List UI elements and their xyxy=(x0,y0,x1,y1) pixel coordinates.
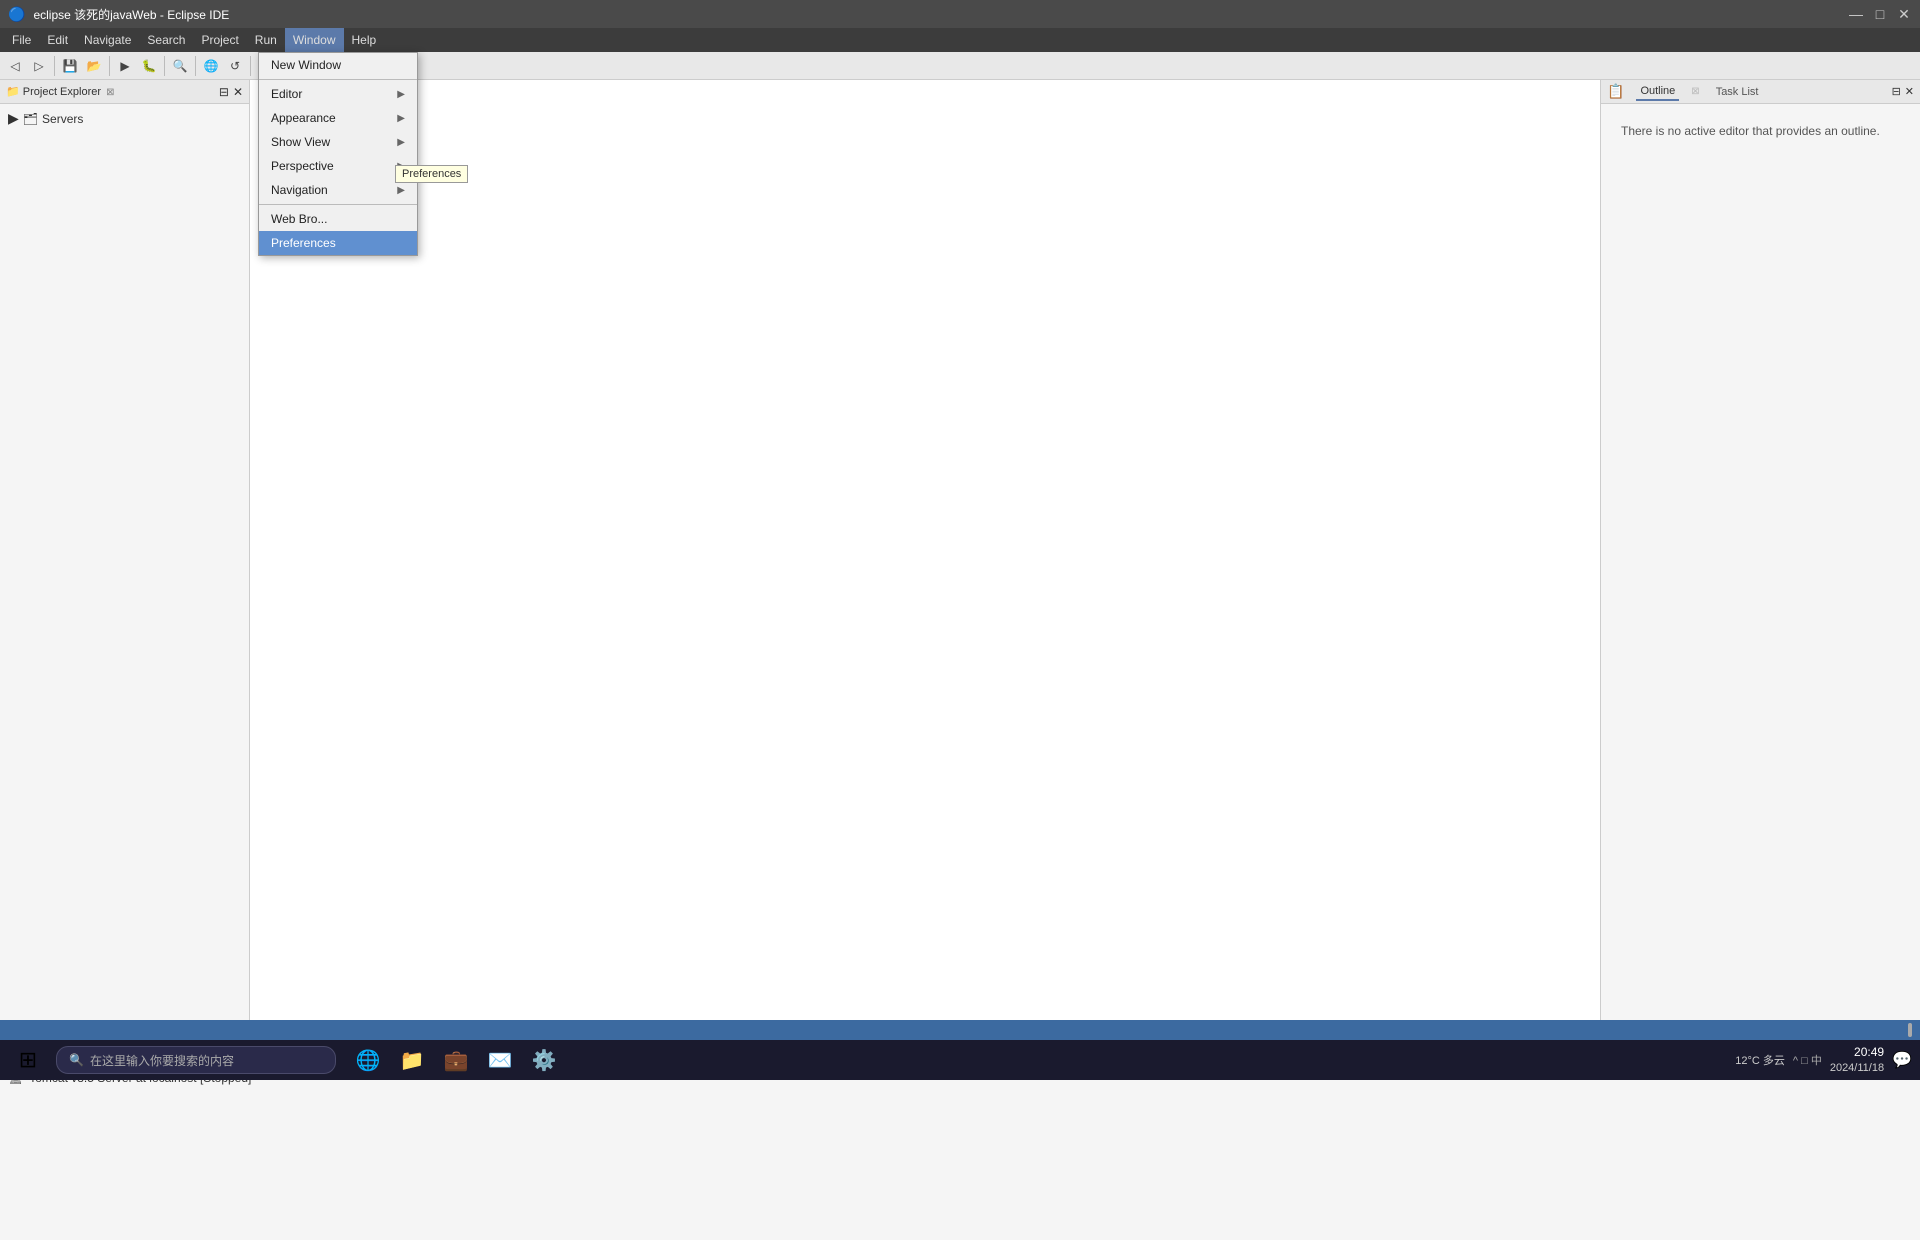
menu-search[interactable]: Search xyxy=(139,28,193,52)
appearance-arrow: ▶ xyxy=(397,113,405,124)
menu-appearance[interactable]: Appearance ▶ xyxy=(259,106,417,130)
editor-area[interactable] xyxy=(250,80,1600,1040)
toolbar-run[interactable]: ▶ xyxy=(114,55,136,77)
menu-project[interactable]: Project xyxy=(193,28,246,52)
title-bar: 🔵 eclipse 该死的javaWeb - Eclipse IDE — □ ✕ xyxy=(0,0,1920,28)
window-controls: — □ ✕ xyxy=(1848,6,1912,22)
tree-expand-icon: ▶ xyxy=(8,110,19,127)
show-view-arrow: ▶ xyxy=(397,137,405,148)
toolbar-sep4 xyxy=(195,56,196,76)
title-text: eclipse 该死的javaWeb - Eclipse IDE xyxy=(33,6,229,23)
toolbar-refresh[interactable]: ↺ xyxy=(224,55,246,77)
toolbar-sep3 xyxy=(164,56,165,76)
taskbar: ⊞ 🔍 在这里输入你要搜索的内容 🌐 📁 💼 ✉️ ⚙️ 12°C 多云 ^ □… xyxy=(0,1040,1920,1080)
tree-folder-icon: 🗂 xyxy=(23,112,38,126)
toolbar-sep5 xyxy=(250,56,251,76)
toolbar-save[interactable]: 💾 xyxy=(59,55,81,77)
menu-new-window[interactable]: New Window xyxy=(259,53,417,77)
tab-outline[interactable]: Outline xyxy=(1636,83,1679,101)
taskbar-mail[interactable]: ✉️ xyxy=(480,1040,520,1080)
menu-editor[interactable]: Editor ▶ xyxy=(259,82,417,106)
taskbar-store[interactable]: 💼 xyxy=(436,1040,476,1080)
collapse-all-icon[interactable]: ⊟ xyxy=(219,85,229,99)
taskbar-notification-icon[interactable]: 💬 xyxy=(1892,1050,1912,1070)
project-tree: ▶ 🗂 Servers xyxy=(0,104,249,133)
preferences-tooltip: Preferences xyxy=(395,165,468,183)
maximize-button[interactable]: □ xyxy=(1872,6,1888,22)
taskbar-system-icons: ^ □ 中 xyxy=(1793,1052,1822,1068)
toolbar-web[interactable]: 🌐 xyxy=(200,55,222,77)
menu-navigation[interactable]: Navigation ▶ xyxy=(259,178,417,202)
toolbar-sep1 xyxy=(54,56,55,76)
start-button[interactable]: ⊞ xyxy=(8,1040,48,1080)
dropdown-sep1 xyxy=(259,79,417,80)
editor-arrow: ▶ xyxy=(397,89,405,100)
taskbar-explorer[interactable]: 📁 xyxy=(392,1040,432,1080)
outline-content: There is no active editor that provides … xyxy=(1601,104,1920,158)
app-icon: 🔵 xyxy=(8,6,25,23)
tree-item-servers[interactable]: ▶ 🗂 Servers xyxy=(0,108,249,129)
toolbar-open[interactable]: 📂 xyxy=(83,55,105,77)
menu-preferences[interactable]: Preferences xyxy=(259,231,417,255)
dropdown-sep2 xyxy=(259,204,417,205)
taskbar-right: 12°C 多云 ^ □ 中 20:49 2024/11/18 💬 xyxy=(1735,1044,1912,1076)
outline-collapse-icon[interactable]: ⊟ xyxy=(1892,85,1901,98)
toolbar-forward[interactable]: ▷ xyxy=(28,55,50,77)
menu-navigate[interactable]: Navigate xyxy=(76,28,139,52)
taskbar-weather: 12°C 多云 xyxy=(1735,1052,1785,1068)
close-button[interactable]: ✕ xyxy=(1896,6,1912,22)
outline-icon: 📋 xyxy=(1607,83,1624,100)
minimize-button[interactable]: — xyxy=(1848,6,1864,22)
taskbar-search-label: 在这里输入你要搜索的内容 xyxy=(90,1052,234,1069)
toolbar-back[interactable]: ◁ xyxy=(4,55,26,77)
left-panel: 📁 Project Explorer ⊠ ⊟ ✕ ▶ 🗂 Servers xyxy=(0,80,250,1040)
menu-window[interactable]: Window xyxy=(285,28,344,52)
menu-bar: File Edit Navigate Search Project Run Wi… xyxy=(0,28,1920,52)
menu-edit[interactable]: Edit xyxy=(39,28,76,52)
status-bar xyxy=(0,1020,1920,1040)
taskbar-search[interactable]: 🔍 在这里输入你要搜索的内容 xyxy=(56,1046,336,1074)
menu-file[interactable]: File xyxy=(4,28,39,52)
window-dropdown: New Window Editor ▶ Appearance ▶ Show Vi… xyxy=(258,52,418,256)
tree-item-label: Servers xyxy=(42,112,83,126)
navigation-arrow: ▶ xyxy=(397,185,405,196)
taskbar-edge[interactable]: 🌐 xyxy=(348,1040,388,1080)
toolbar-sep2 xyxy=(109,56,110,76)
menu-run[interactable]: Run xyxy=(247,28,285,52)
project-explorer-title: 📁 Project Explorer ⊠ xyxy=(6,85,114,98)
status-divider xyxy=(1908,1023,1912,1037)
project-explorer-header: 📁 Project Explorer ⊠ ⊟ ✕ xyxy=(0,80,249,104)
taskbar-settings[interactable]: ⚙️ xyxy=(524,1040,564,1080)
panel-close-icon[interactable]: ✕ xyxy=(233,85,243,99)
toolbar-search[interactable]: 🔍 xyxy=(169,55,191,77)
menu-help[interactable]: Help xyxy=(344,28,385,52)
taskbar-clock: 20:49 2024/11/18 xyxy=(1830,1044,1884,1076)
outline-header: 📋 Outline ⊠ Task List ⊟ ✕ xyxy=(1601,80,1920,104)
right-panel: 📋 Outline ⊠ Task List ⊟ ✕ There is no ac… xyxy=(1600,80,1920,1040)
menu-web-browser[interactable]: Web Bro... xyxy=(259,207,417,231)
toolbar-debug[interactable]: 🐛 xyxy=(138,55,160,77)
outline-close-icon[interactable]: ✕ xyxy=(1905,85,1914,98)
taskbar-apps: 🌐 📁 💼 ✉️ ⚙️ xyxy=(348,1040,564,1080)
menu-perspective[interactable]: Perspective ▶ xyxy=(259,154,417,178)
menu-show-view[interactable]: Show View ▶ xyxy=(259,130,417,154)
tab-task-list[interactable]: Task List xyxy=(1712,84,1763,100)
taskbar-search-icon: 🔍 xyxy=(69,1053,84,1067)
